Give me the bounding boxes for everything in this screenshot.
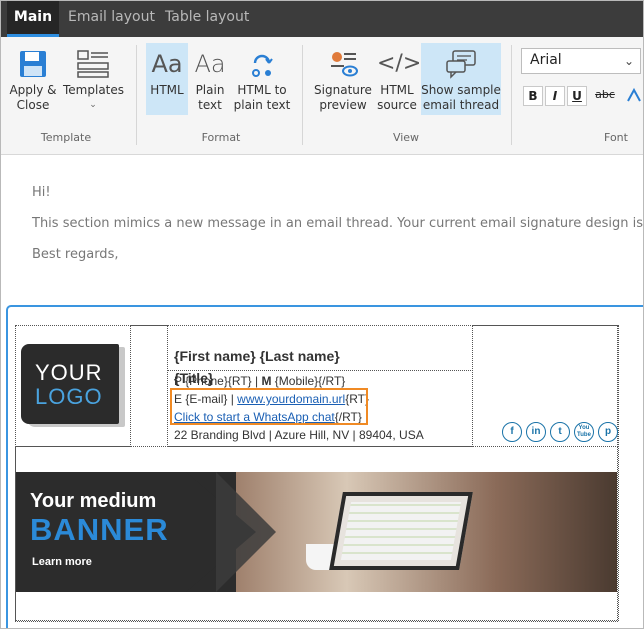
font-aa-icon: Aa (151, 50, 183, 78)
signature-preview-label: Signature preview (314, 83, 372, 112)
youtube-icon[interactable]: You Tube (574, 422, 594, 442)
html-source-label: HTML source (377, 83, 417, 112)
code-icon: </> (377, 51, 422, 76)
group-separator (302, 45, 303, 145)
mobile-label: M (261, 374, 272, 388)
bold-button[interactable]: B (523, 86, 543, 106)
signature-name[interactable]: {First name} {Last name} (174, 348, 340, 364)
chevron-down-icon: ⌄ (623, 54, 634, 68)
template-group-label: Template (40, 131, 92, 144)
strikethrough-button[interactable]: abc (593, 86, 617, 106)
italic-button[interactable]: I (545, 86, 565, 106)
text-color-icon[interactable] (625, 87, 643, 105)
selection-highlight (170, 388, 368, 425)
templates-icon (77, 50, 109, 78)
tab-table-layout[interactable]: Table layout (165, 1, 249, 37)
format-group-label: Format (201, 131, 241, 144)
font-family-select[interactable]: Arial ⌄ (521, 48, 641, 74)
signature-editor[interactable]: YOUR LOGO {First name} {Last name} {Titl… (6, 305, 643, 628)
signature-table: YOUR LOGO {First name} {Last name} {Titl… (15, 325, 619, 622)
plain-text-button[interactable]: Aa Plain text (191, 43, 229, 115)
tab-bar: Main Email layout Table layout (1, 1, 643, 37)
tab-main[interactable]: Main (7, 1, 59, 37)
logo-text-bottom: LOGO (35, 384, 103, 409)
banner-heading: Your medium (30, 490, 157, 512)
signature-editor-window: Main Email layout Table layout Apply & C… (0, 0, 644, 629)
templates-label: Templates (63, 83, 125, 97)
linkedin-icon[interactable]: in (526, 422, 546, 442)
font-family-value: Arial (530, 52, 562, 68)
chevron-down-icon: ⌄ (89, 100, 97, 110)
pinterest-icon[interactable]: p (598, 422, 618, 442)
address-line[interactable]: 22 Branding Blvd | Azure Hill, NV | 8940… (174, 428, 424, 442)
html-format-button[interactable]: Aa HTML (146, 43, 188, 115)
spacer-cell (130, 325, 168, 447)
banner-title: BANNER (30, 512, 169, 547)
phone-label: P (174, 374, 182, 388)
view-group-label: View (392, 131, 420, 144)
message-body: This section mimics a new message in an … (32, 216, 644, 231)
show-sample-thread-label: Show sample email thread (421, 83, 501, 112)
banner-learn-more-link[interactable]: Learn more (32, 556, 92, 568)
signature-preview-button[interactable]: Signature preview (314, 43, 372, 115)
ribbon: Apply & Close Templates ⌄ Template Aa HT… (1, 37, 643, 155)
underline-button[interactable]: U (567, 86, 587, 106)
sample-message: Hi! This section mimics a new message in… (1, 156, 644, 301)
signature-banner[interactable]: Your medium BANNER Learn more (16, 472, 617, 592)
mobile-value: {Mobile}{/RT} (274, 374, 346, 388)
apply-close-label: Apply & Close (9, 83, 57, 112)
chat-bubbles-icon (446, 50, 476, 79)
facebook-icon[interactable]: f (502, 422, 522, 442)
font-group-label: Font (604, 131, 628, 144)
save-icon (20, 51, 46, 77)
apply-close-button[interactable]: Apply & Close (7, 43, 59, 115)
convert-icon (252, 54, 273, 77)
show-sample-thread-button[interactable]: Show sample email thread (421, 43, 501, 115)
templates-button[interactable]: Templates ⌄ (63, 43, 125, 115)
group-separator (136, 45, 137, 145)
html-source-button[interactable]: </> HTML source (377, 43, 422, 115)
html-to-plain-label: HTML to plain text (233, 83, 291, 112)
tab-email-layout[interactable]: Email layout (68, 1, 155, 37)
html-to-plain-button[interactable]: HTML to plain text (233, 43, 291, 115)
phone-value: {Phone}{RT} | (185, 374, 259, 388)
plain-text-label: Plain text (195, 83, 225, 112)
group-separator (511, 45, 512, 145)
font-aa-outline-icon: Aa (194, 50, 226, 78)
banner-chevron (216, 472, 276, 592)
banner-photo-laptop (329, 492, 473, 570)
twitter-icon[interactable]: t (550, 422, 570, 442)
message-greeting: Hi! (32, 185, 51, 200)
phone-line[interactable]: P {Phone}{RT} | M {Mobile}{/RT} (174, 374, 345, 388)
company-logo[interactable]: YOUR LOGO (21, 344, 119, 424)
logo-text-top: YOUR (35, 360, 103, 385)
html-format-label: HTML (150, 83, 184, 97)
preview-icon (331, 52, 358, 77)
message-closing: Best regards, (32, 247, 119, 262)
